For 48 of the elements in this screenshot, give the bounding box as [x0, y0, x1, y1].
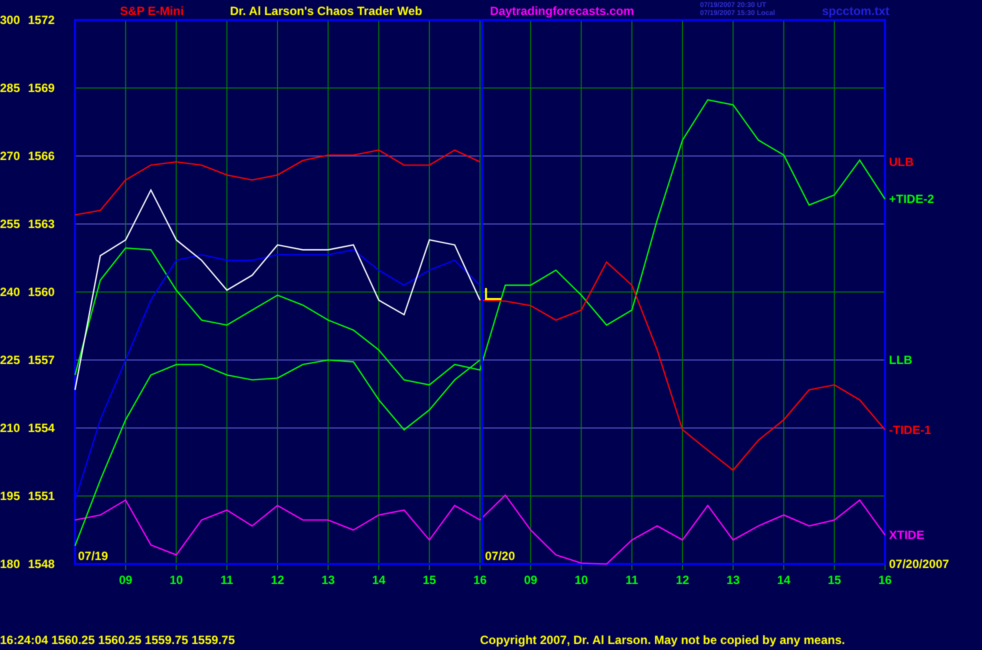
y-axis-label: 180	[0, 557, 20, 571]
price-label: 1566	[28, 149, 55, 163]
line-label: ULB	[889, 154, 914, 169]
x-axis-label: 14	[777, 573, 790, 587]
x-axis-label: 13	[726, 573, 740, 587]
price-label: 1569	[28, 81, 55, 95]
x-axis-label: 13	[321, 573, 335, 587]
y-axis-label: 300	[0, 13, 20, 27]
y-axis-label: 240	[0, 285, 20, 299]
copyright-notice: Copyright 2007, Dr. Al Larson. May not be copied by any means.	[480, 633, 845, 647]
x-axis-label: 15	[828, 573, 842, 587]
x-axis-label: 09	[524, 573, 538, 587]
price-label: 1572	[28, 13, 55, 27]
file-name: spcctom.txt	[822, 4, 890, 18]
price-label: 1563	[28, 217, 55, 231]
line-label: XTIDE	[889, 528, 924, 542]
x-axis-label: 10	[574, 573, 588, 587]
chart-title: Dr. Al Larson's Chaos Trader Web	[230, 4, 422, 18]
website-name: Daytradingforecasts.com	[490, 4, 634, 18]
y-axis-label: 255	[0, 217, 20, 231]
x-axis-label: 16	[878, 573, 892, 587]
x-axis-label: 12	[676, 573, 690, 587]
x-axis-label: 15	[422, 573, 436, 587]
date-label: 07/19	[78, 549, 108, 563]
chart-symbol: S&P E-Mini	[120, 4, 184, 18]
line-label: LLB	[889, 353, 912, 367]
x-axis-label: 12	[270, 573, 284, 587]
x-axis-label: 11	[626, 573, 638, 587]
line-label: -TIDE-1	[889, 422, 931, 437]
y-axis-label: 225	[0, 353, 20, 367]
price-label: 1548	[28, 557, 55, 571]
y-axis-label: 270	[0, 149, 20, 163]
date-label: 07/20	[485, 549, 516, 563]
x-axis-label: 14	[372, 573, 386, 587]
date-label: 07/20/2007	[889, 557, 950, 571]
price-label: 1560	[28, 285, 55, 299]
price-label: 1557	[28, 353, 55, 367]
price-label: 1554	[28, 421, 55, 435]
x-axis-label: 11	[220, 573, 234, 587]
x-axis-label: 09	[118, 573, 132, 587]
price-quote: 16:24:04 1560.25 1560.25 1559.75 1559.75	[0, 633, 235, 647]
y-axis-label: 210	[0, 421, 20, 435]
line-label: +TIDE-2	[889, 192, 934, 206]
x-axis-label: 10	[170, 573, 183, 587]
price-label: 1551	[28, 489, 55, 503]
y-axis-label: 285	[0, 81, 20, 95]
x-axis-label: 16	[473, 573, 487, 587]
y-axis-label: 195	[0, 489, 20, 503]
